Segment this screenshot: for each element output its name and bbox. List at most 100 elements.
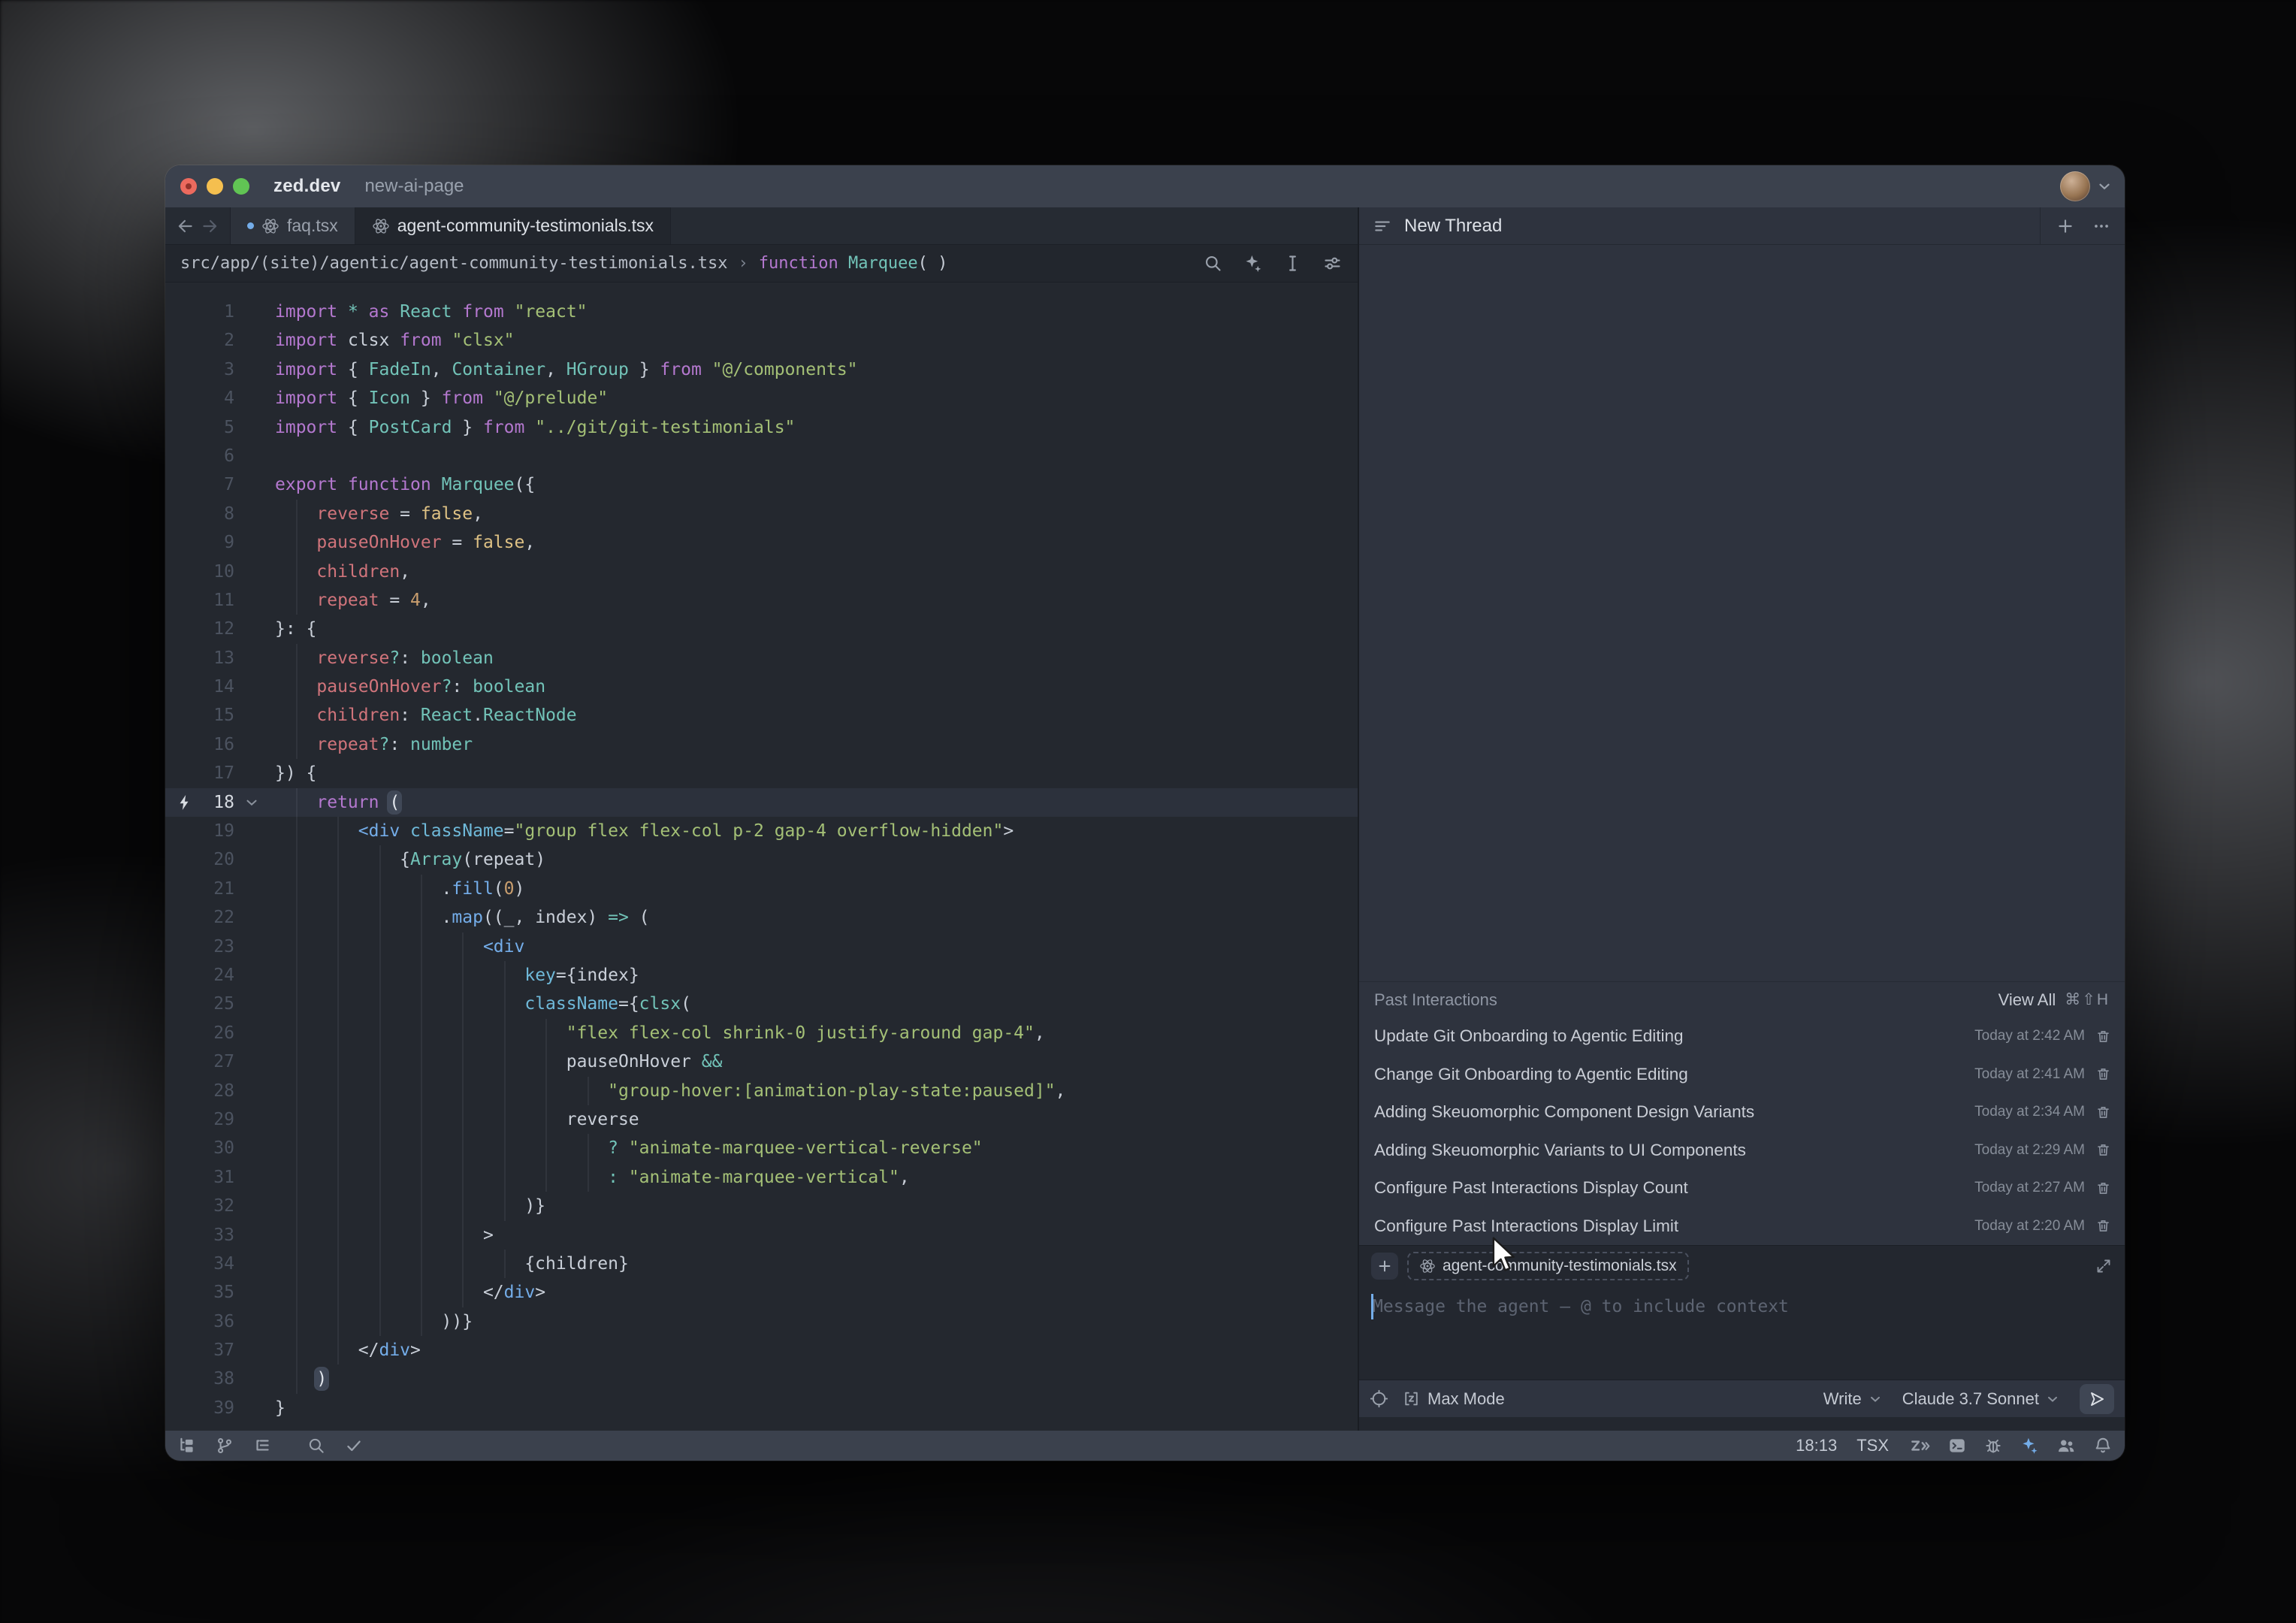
code-line[interactable]: 18 return ( — [165, 788, 1358, 817]
code-line[interactable]: 4import { Icon } from "@/prelude" — [165, 384, 1358, 413]
editor-controls-icon[interactable] — [1322, 253, 1343, 274]
code-line[interactable]: 16 repeat?: number — [165, 730, 1358, 759]
breadcrumb-path[interactable]: src/app/(site)/agentic/agent-community-t… — [180, 254, 727, 273]
expand-composer-icon[interactable] — [2095, 1257, 2113, 1275]
code-line[interactable]: 35 </div> — [165, 1278, 1358, 1307]
language-selector[interactable]: TSX — [1856, 1436, 1889, 1455]
code-line[interactable]: 34 {children} — [165, 1250, 1358, 1278]
past-interaction-row[interactable]: Configure Past Interactions Display Coun… — [1359, 1169, 2125, 1207]
collaboration-icon[interactable] — [2056, 1436, 2077, 1455]
mode-selector[interactable]: Write — [1823, 1389, 1883, 1409]
delete-interaction-trash-icon[interactable] — [2095, 1066, 2111, 1082]
past-interaction-row[interactable]: Adding Skeuomorphic Variants to UI Compo… — [1359, 1132, 2125, 1170]
fold-chevron-icon[interactable] — [243, 794, 260, 811]
code-editor[interactable]: 1import * as React from "react"2import c… — [165, 283, 1358, 1431]
terminal-icon[interactable] — [1947, 1436, 1967, 1455]
minimize-window-button[interactable] — [207, 178, 223, 195]
breadcrumb[interactable]: src/app/(site)/agentic/agent-community-t… — [165, 245, 1358, 283]
send-button[interactable] — [2080, 1384, 2114, 1414]
notifications-bell-icon[interactable] — [2093, 1436, 2113, 1455]
tab-faq[interactable]: faq.tsx — [231, 207, 355, 244]
close-window-button[interactable] — [180, 178, 197, 195]
delete-interaction-trash-icon[interactable] — [2095, 1180, 2111, 1196]
nav-back-button[interactable] — [176, 216, 195, 236]
search-icon[interactable] — [307, 1436, 326, 1455]
code-line[interactable]: 24 key={index} — [165, 961, 1358, 990]
edit-prediction-icon[interactable] — [1908, 1436, 1931, 1455]
code-line[interactable]: 3import { FadeIn, Container, HGroup } fr… — [165, 355, 1358, 384]
message-input[interactable]: Message the agent – @ to include context — [1359, 1286, 2125, 1380]
delete-interaction-trash-icon[interactable] — [2095, 1029, 2111, 1044]
nav-forward-button[interactable] — [200, 216, 219, 236]
avatar[interactable] — [2060, 171, 2090, 201]
code-line[interactable]: 37 </div> — [165, 1336, 1358, 1365]
cursor-position[interactable]: 18:13 — [1796, 1436, 1837, 1455]
code-line[interactable]: 31 : "animate-marquee-vertical", — [165, 1163, 1358, 1192]
code-line[interactable]: 27 pauseOnHover && — [165, 1047, 1358, 1076]
sparkles-icon[interactable] — [1243, 253, 1263, 274]
delete-interaction-trash-icon[interactable] — [2095, 1105, 2111, 1120]
chevron-down-icon[interactable] — [2096, 178, 2113, 195]
past-interaction-row[interactable]: Update Git Onboarding to Agentic Editing… — [1359, 1017, 2125, 1056]
tab-agent-community-testimonials[interactable]: agent-community-testimonials.tsx — [355, 207, 671, 244]
code-line[interactable]: 20 {Array(repeat) — [165, 845, 1358, 874]
past-interaction-row[interactable]: Change Git Onboarding to Agentic Editing… — [1359, 1056, 2125, 1094]
code-line[interactable]: 12}: { — [165, 615, 1358, 643]
zoom-window-button[interactable] — [233, 178, 249, 195]
assistant-sparkles-icon[interactable] — [2020, 1436, 2039, 1455]
inline-assist-lightning-icon[interactable] — [176, 793, 194, 812]
line-number: 29 — [213, 1105, 234, 1134]
code-line[interactable]: 13 reverse?: boolean — [165, 644, 1358, 672]
past-interaction-row[interactable]: Adding Skeuomorphic Component Design Var… — [1359, 1093, 2125, 1132]
code-line[interactable]: 26 "flex flex-col shrink-0 justify-aroun… — [165, 1019, 1358, 1047]
project-panel-icon[interactable] — [177, 1436, 197, 1455]
code-line[interactable]: 14 pauseOnHover?: boolean — [165, 672, 1358, 701]
code-line[interactable]: 38 ) — [165, 1365, 1358, 1393]
code-line[interactable]: 9 pauseOnHover = false, — [165, 528, 1358, 557]
code-line[interactable]: 10 children, — [165, 558, 1358, 586]
diagnostics-check-icon[interactable] — [344, 1436, 364, 1455]
code-line[interactable]: 2import clsx from "clsx" — [165, 326, 1358, 355]
project-name[interactable]: zed.dev — [273, 176, 340, 197]
outline-panel-icon[interactable] — [252, 1436, 272, 1455]
code-line[interactable]: 33 > — [165, 1221, 1358, 1250]
add-context-button[interactable] — [1371, 1253, 1398, 1280]
delete-interaction-trash-icon[interactable] — [2095, 1218, 2111, 1234]
search-icon[interactable] — [1203, 253, 1223, 274]
context-usage-icon[interactable] — [1370, 1389, 1388, 1408]
code-line[interactable]: 15 children: React.ReactNode — [165, 701, 1358, 730]
code-line[interactable]: 32 )} — [165, 1192, 1358, 1220]
git-branch-icon[interactable] — [215, 1436, 234, 1455]
code-line[interactable]: 28 "group-hover:[animation-play-state:pa… — [165, 1077, 1358, 1105]
code-line[interactable]: 1import * as React from "react" — [165, 298, 1358, 326]
code-line[interactable]: 23 <div — [165, 932, 1358, 961]
context-pill[interactable]: agent-community-testimonials.tsx — [1407, 1252, 1689, 1280]
code-line[interactable]: 19 <div className="group flex flex-col p… — [165, 817, 1358, 845]
more-options-icon[interactable] — [2092, 216, 2111, 236]
code-line[interactable]: 25 className={clsx( — [165, 990, 1358, 1018]
new-thread-button[interactable] — [2056, 216, 2075, 236]
code-line[interactable]: 6 — [165, 442, 1358, 470]
code-line[interactable]: 21 .fill(0) — [165, 875, 1358, 903]
code-line[interactable]: 29 reverse — [165, 1105, 1358, 1134]
code-line[interactable]: 39} — [165, 1394, 1358, 1422]
breadcrumb-symbol[interactable]: function Marquee( ) — [759, 254, 948, 273]
ibeam-cursor-icon[interactable] — [1282, 253, 1303, 274]
gutter: 32 — [165, 1192, 275, 1220]
code-line[interactable]: 22 .map((_, index) => ( — [165, 903, 1358, 932]
thread-menu-icon[interactable] — [1373, 216, 1392, 236]
debug-icon[interactable] — [1983, 1436, 2003, 1455]
branch-name[interactable]: new-ai-page — [364, 176, 464, 197]
model-selector[interactable]: Claude 3.7 Sonnet — [1902, 1389, 2060, 1409]
code-line[interactable]: 8 reverse = false, — [165, 500, 1358, 528]
past-interaction-row[interactable]: Configure Past Interactions Display Limi… — [1359, 1207, 2125, 1246]
code-line[interactable]: 36 ))} — [165, 1307, 1358, 1336]
code-line[interactable]: 17}) { — [165, 759, 1358, 787]
code-line[interactable]: 11 repeat = 4, — [165, 586, 1358, 615]
code-line[interactable]: 7export function Marquee({ — [165, 470, 1358, 499]
code-line[interactable]: 30 ? "animate-marquee-vertical-reverse" — [165, 1134, 1358, 1162]
view-all-button[interactable]: View All ⌘⇧H — [1998, 990, 2110, 1010]
max-mode-toggle[interactable]: Max Mode — [1402, 1389, 1505, 1409]
code-line[interactable]: 5import { PostCard } from "../git/git-te… — [165, 413, 1358, 442]
delete-interaction-trash-icon[interactable] — [2095, 1142, 2111, 1158]
